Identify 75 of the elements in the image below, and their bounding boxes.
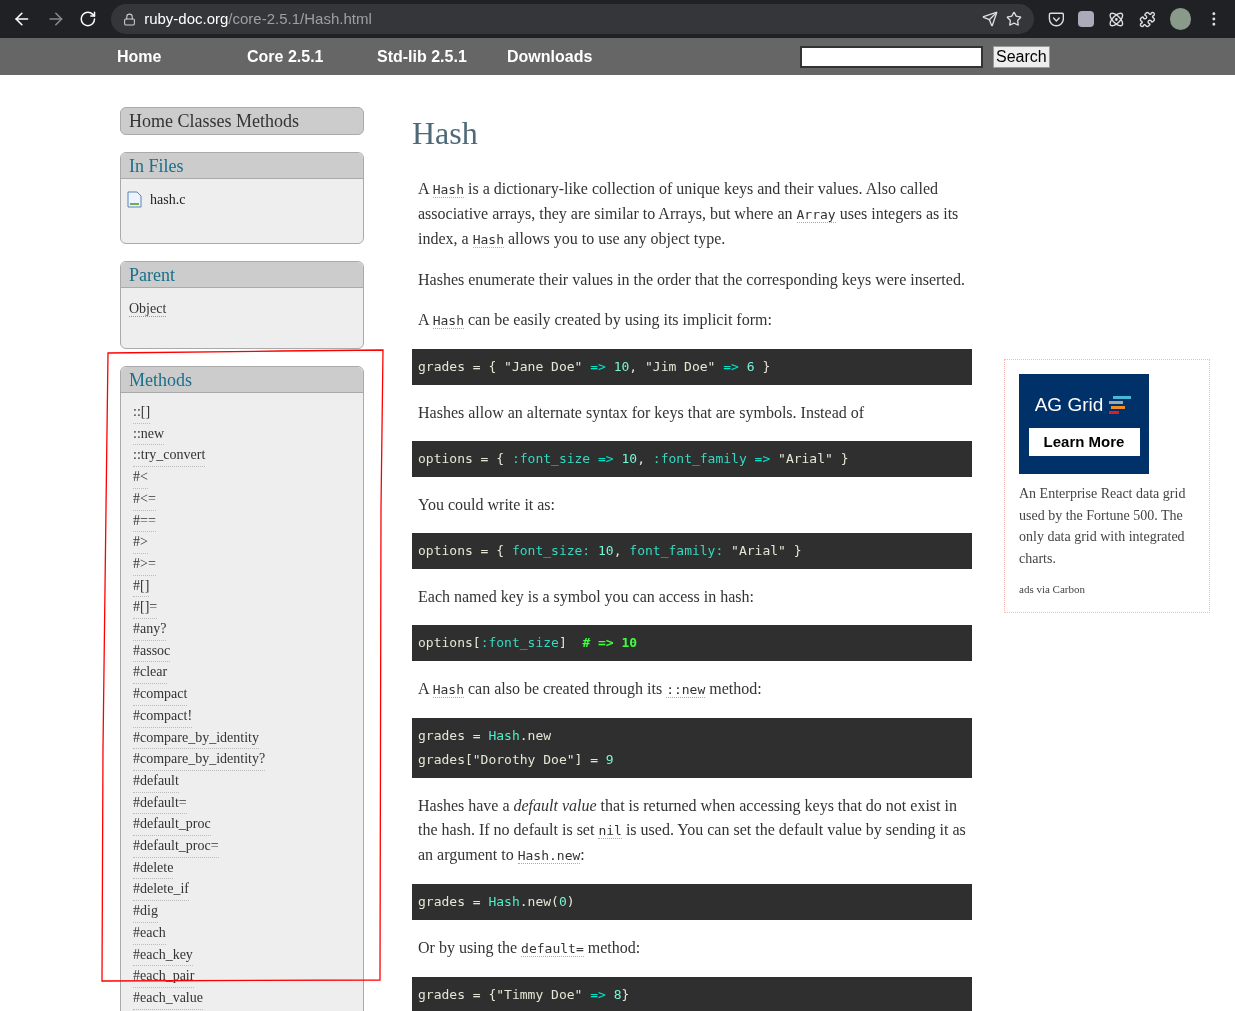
panel-header: In Files [121,153,363,179]
method-link[interactable]: #clear [133,662,168,685]
code-block: grades = Hash.new grades["Dorothy Doe"] = 9 [412,718,972,778]
method-link[interactable]: #delete [133,857,174,880]
code-block: grades = Hash.new(0) [412,884,972,920]
paragraph: Hashes enumerate their values in the order that the corresponding keys were inserted. [417,270,966,291]
paragraph: A Hash is a dictionary-like collection of unique keys and their values. Also called associative arrays, they are similar to Arrays, but where an Array uses integers as its index, a Hash allows you to use any object type. [417,179,960,250]
ad-credit: ads via Carbon [1019,582,1086,597]
method-link[interactable]: #== [133,510,156,533]
paragraph: Each named key is a symbol you can access in hash: [417,587,755,608]
logo-icon [1107,396,1134,414]
method-link[interactable]: #assoc [133,640,171,663]
file-icon [127,191,142,208]
panel-header: Methods [121,367,363,393]
pocket-icon[interactable] [1047,10,1065,28]
code-block: options = { :font_size => 10, :font_family => "Arial" } [412,441,972,477]
paragraph: Or by using the default= method: [417,938,642,959]
method-link[interactable]: #>= [133,553,156,576]
method-link[interactable]: #compact! [133,705,193,728]
method-link[interactable]: #compare_by_identity? [133,749,266,771]
ad-banner[interactable]: AG Grid Learn More [1019,374,1149,474]
code-block: grades = {"Timmy Doe" => 8} [412,977,972,1011]
method-link[interactable]: #[]= [133,597,158,620]
url-host: ruby-doc.org [144,8,229,29]
lock-icon [123,12,137,26]
method-link[interactable]: #dig [133,901,158,923]
page-title: Hash [412,114,479,153]
avatar-icon[interactable] [1169,8,1192,30]
method-link[interactable]: #< [133,467,148,489]
method-link[interactable]: #default [133,770,179,793]
atom-icon[interactable] [1108,10,1125,28]
file-link[interactable]: hash.c [150,189,186,210]
paragraph: You could write it as: [417,495,557,515]
code-block: grades = { "Jane Doe" => 10, "Jim Doe" => 6 } [412,349,972,385]
search-field[interactable] [800,45,983,68]
method-link[interactable]: ::try_convert [133,445,206,468]
method-link[interactable]: #<= [133,488,156,511]
code-block: options = { font_size: 10, font_family: "Arial" } [412,533,972,569]
paragraph: A Hash can be easily created by using its implicit form: [417,310,773,331]
paragraph: Hashes allow an alternate syntax for keys that are symbols. Instead of [417,403,866,424]
method-link[interactable]: ::[] [133,402,151,424]
method-link[interactable]: #[] [133,575,150,598]
panel-header: Parent [121,262,363,288]
send-icon[interactable] [981,11,998,27]
nav-link[interactable]: Std-lib 2.5.1 [377,44,507,69]
method-link[interactable]: #any? [133,619,167,641]
code-block: options[:font_size] # => 10 [412,625,972,661]
nav-link[interactable]: Home [117,44,247,69]
method-link[interactable]: #> [133,532,148,554]
puzzle-icon[interactable] [1138,10,1156,28]
star-icon[interactable] [1005,11,1022,27]
method-link[interactable]: #compare_by_identity [133,727,259,750]
nav-link[interactable]: Core 2.5.1 [247,44,377,69]
method-link[interactable]: #default_proc= [133,836,219,858]
method-link[interactable]: #each [133,922,166,945]
method-link[interactable]: #compact [133,684,188,706]
learn-more-button[interactable]: Learn More [1028,428,1140,456]
method-link[interactable]: #each_value [133,988,203,1010]
nav-link[interactable]: Downloads [507,44,637,69]
method-link[interactable]: #default= [133,792,187,815]
url-path: /core-2.5.1/Hash.html [228,8,372,29]
method-link[interactable]: #each_pair [133,966,195,988]
method-link[interactable]: #each_key [133,944,193,967]
search-button[interactable]: Search [993,45,1050,68]
nav-links-panel: Home Classes Methods [120,107,364,135]
reload-icon[interactable] [79,10,98,28]
parent-link[interactable]: Object [129,301,167,317]
paragraph: A Hash can also be created through its ::new method: [417,679,763,700]
paragraph: Hashes have a default value that is returned when accessing keys that do not exist in the hash. If no default is set nil is used. You can set the default value by sending it as an argument to Hash.new: [417,796,967,866]
ad-logo-text: AG Grid [1034,394,1104,416]
address-bar[interactable]: ruby-doc.org/core-2.5.1/Hash.html [111,4,1034,34]
method-link[interactable]: #delete_if [133,879,189,902]
ad-text: An Enterprise React data grid used by the Fortune 500. The only data grid with integrated charts. [1019,485,1187,568]
method-link[interactable]: #default_proc [133,814,211,837]
method-link[interactable]: ::new [133,423,165,446]
